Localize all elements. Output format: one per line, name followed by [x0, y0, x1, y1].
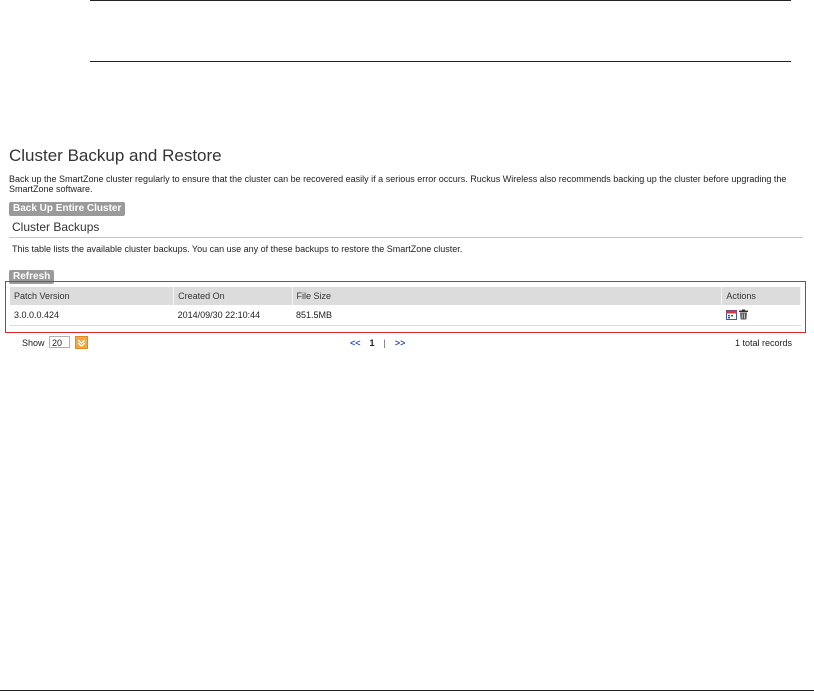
- header-patch-version[interactable]: Patch Version: [10, 287, 175, 305]
- back-up-entire-cluster-button[interactable]: Back Up Entire Cluster: [9, 202, 126, 216]
- cell-actions: [721, 305, 801, 326]
- delete-icon[interactable]: [738, 309, 749, 320]
- show-label: Show: [22, 338, 45, 348]
- backups-table-highlight: Patch Version Created On File Size Actio…: [5, 281, 806, 333]
- cell-patch-version: 3.0.0.0.424: [10, 305, 174, 326]
- pager: << 1 | >>: [350, 338, 405, 348]
- next-page-link[interactable]: >>: [395, 338, 406, 348]
- page-description: Back up the SmartZone cluster regularly …: [9, 174, 787, 194]
- top-rule-lower: [90, 61, 791, 62]
- pager-separator: |: [383, 338, 386, 348]
- pagination-bar: Show 20 << 1 | >> 1 total records: [22, 335, 792, 351]
- page-size-input[interactable]: 20: [49, 336, 70, 348]
- top-rule: [90, 0, 791, 1]
- restore-icon[interactable]: [725, 309, 737, 320]
- page-size-dropdown-button[interactable]: [75, 336, 88, 349]
- prev-page-link[interactable]: <<: [350, 338, 361, 348]
- current-page[interactable]: 1: [370, 338, 375, 348]
- page-title: Cluster Backup and Restore: [9, 146, 222, 165]
- cluster-backups-heading: Cluster Backups: [9, 220, 803, 238]
- bottom-rule: [0, 690, 814, 691]
- chevron-down-icon: [77, 339, 86, 347]
- header-actions: Actions: [721, 287, 801, 305]
- header-created-on[interactable]: Created On: [173, 287, 293, 305]
- total-records: 1 total records: [734, 338, 792, 348]
- header-file-size[interactable]: File Size: [292, 287, 723, 305]
- cluster-backup-panel: Cluster Backup and Restore Back up the S…: [9, 146, 809, 284]
- table-header-row: Patch Version Created On File Size Actio…: [10, 287, 801, 305]
- cluster-backups-description: This table lists the available cluster b…: [12, 244, 463, 254]
- backups-table: Patch Version Created On File Size Actio…: [10, 287, 801, 326]
- cell-file-size: 851.5MB: [292, 305, 722, 326]
- cell-created-on: 2014/09/30 22:10:44: [173, 305, 293, 326]
- table-row[interactable]: 3.0.0.0.424 2014/09/30 22:10:44 851.5MB: [10, 305, 801, 326]
